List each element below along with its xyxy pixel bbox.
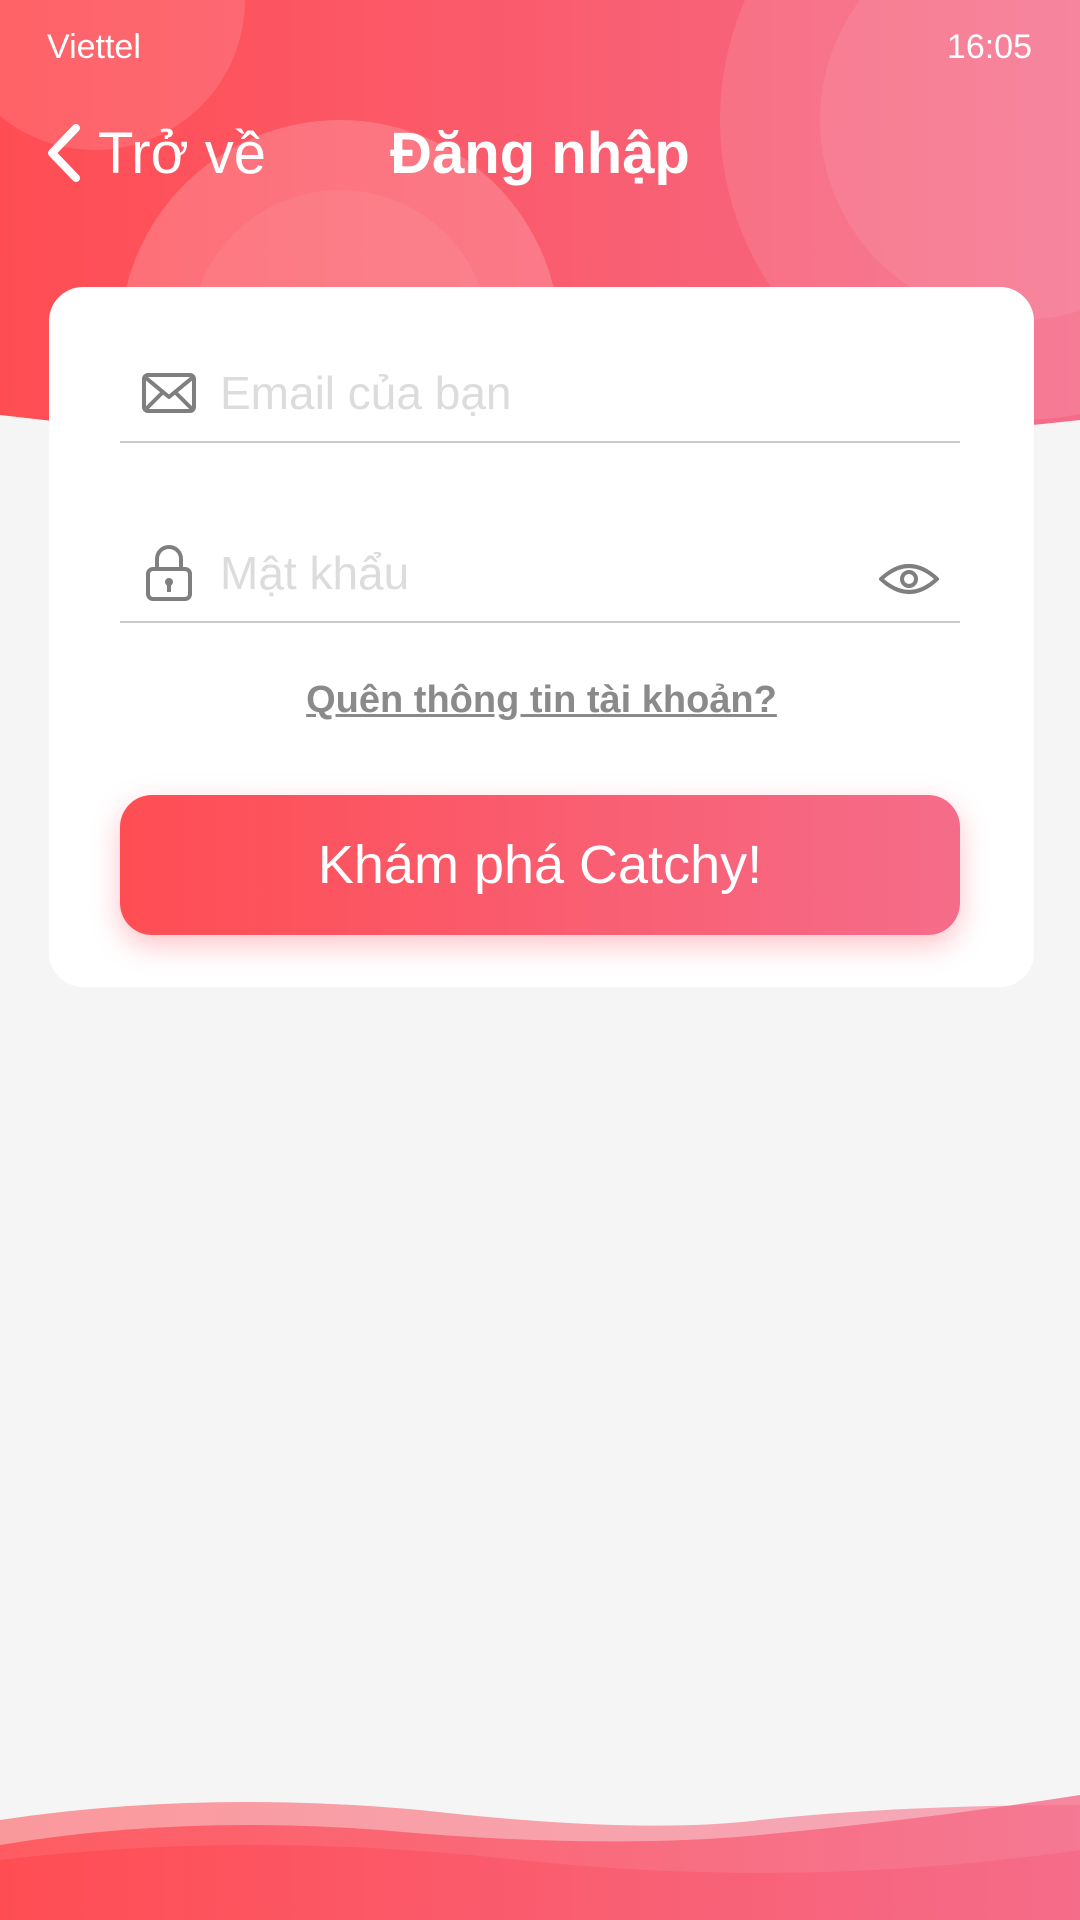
login-card: Quên thông tin tài khoản? Khám phá Catch… (49, 287, 1034, 987)
explore-button-label: Khám phá Catchy! (317, 835, 763, 895)
password-input[interactable] (220, 545, 820, 601)
nav-bar: Trở về Đăng nhập (0, 100, 1080, 200)
explore-button[interactable]: Khám phá Catchy! (120, 795, 960, 935)
status-bar: Viettel 16:05 (0, 0, 1080, 95)
forgot-account-link[interactable]: Quên thông tin tài khoản? (49, 679, 1034, 722)
status-time: 16:05 (946, 28, 1032, 66)
email-field (120, 343, 960, 443)
email-input[interactable] (220, 365, 820, 421)
carrier-name: Viettel (47, 28, 141, 66)
password-field (120, 523, 960, 623)
lock-icon (146, 545, 192, 601)
eye-icon[interactable] (878, 559, 940, 599)
footer-wave (0, 1795, 1080, 1920)
page-title: Đăng nhập (390, 121, 690, 186)
envelope-icon (142, 373, 196, 413)
